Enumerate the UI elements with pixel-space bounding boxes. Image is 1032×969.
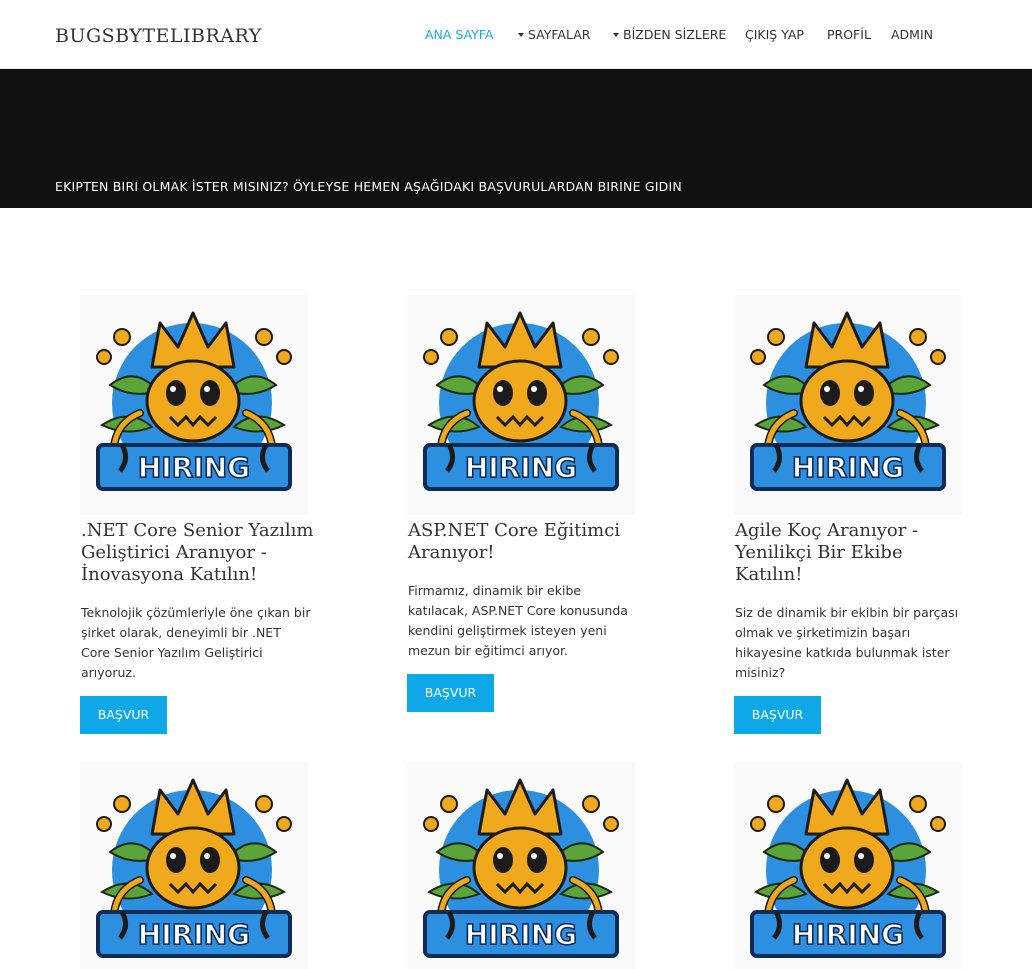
hiring-mascot-icon: HIRING: [734, 295, 962, 515]
caret-down-icon: [518, 32, 524, 37]
banner-text: EKIPTEN BIRI OLMAK İSTER MISINIZ? ÖYLEYS…: [55, 179, 682, 194]
hiring-image: HIRING: [734, 295, 962, 515]
job-title[interactable]: Agile Koç Aranıyor - Yenilikçi Bir Ekibe…: [735, 520, 975, 586]
job-description: Firmamız, dinamik bir ekibe katılacak, A…: [408, 583, 628, 658]
hiring-mascot-icon: HIRING: [80, 295, 308, 515]
hiring-image: HIRING: [407, 762, 635, 969]
main-nav: ANA SAYFA SAYFALAR BİZDEN SİZLERE ÇIKIŞ …: [0, 27, 1032, 43]
hiring-badge-text: HIRING: [138, 451, 250, 484]
nav-item-pages-label: SAYFALAR: [528, 27, 591, 42]
job-description: Siz de dinamik bir ekibin bir parçası ol…: [735, 605, 959, 680]
hiring-mascot-icon: HIRING: [734, 762, 962, 969]
apply-button[interactable]: BAŞVUR: [407, 674, 494, 712]
hiring-badge-text: HIRING: [792, 451, 904, 484]
hiring-mascot-icon: HIRING: [80, 762, 308, 969]
apply-button[interactable]: BAŞVUR: [734, 696, 821, 734]
nav-item-logout[interactable]: ÇIKIŞ YAP: [745, 27, 804, 42]
nav-item-pages[interactable]: SAYFALAR: [518, 27, 590, 42]
nav-item-profile[interactable]: PROFİL: [827, 27, 871, 42]
job-description: Teknolojik çözümleriyle öne çıkan bir şi…: [81, 605, 311, 680]
site-header: BUGSBYTELIBRARY ANA SAYFA SAYFALAR BİZDE…: [0, 0, 1032, 69]
hiring-badge-text: HIRING: [138, 918, 250, 951]
hiring-badge-text: HIRING: [465, 451, 577, 484]
hiring-badge-text: HIRING: [465, 918, 577, 951]
caret-down-icon: [613, 32, 619, 37]
apply-button[interactable]: BAŞVUR: [80, 696, 167, 734]
nav-item-about[interactable]: BİZDEN SİZLERE: [613, 27, 726, 42]
hiring-image: HIRING: [80, 295, 308, 515]
hiring-image: HIRING: [734, 762, 962, 969]
hero-banner: EKIPTEN BIRI OLMAK İSTER MISINIZ? ÖYLEYS…: [0, 69, 1032, 208]
job-title[interactable]: ASP.NET Core Eğitimci Aranıyor!: [408, 520, 648, 564]
hiring-image: HIRING: [80, 762, 308, 969]
hiring-mascot-icon: HIRING: [407, 762, 635, 969]
hiring-badge-text: HIRING: [792, 918, 904, 951]
nav-item-home[interactable]: ANA SAYFA: [425, 27, 493, 42]
job-title[interactable]: .NET Core Senior Yazılım Geliştirici Ara…: [81, 520, 321, 586]
nav-item-admin[interactable]: ADMIN: [891, 27, 933, 42]
hiring-image: HIRING: [407, 295, 635, 515]
hiring-mascot-icon: HIRING: [407, 295, 635, 515]
nav-item-about-label: BİZDEN SİZLERE: [623, 27, 727, 42]
